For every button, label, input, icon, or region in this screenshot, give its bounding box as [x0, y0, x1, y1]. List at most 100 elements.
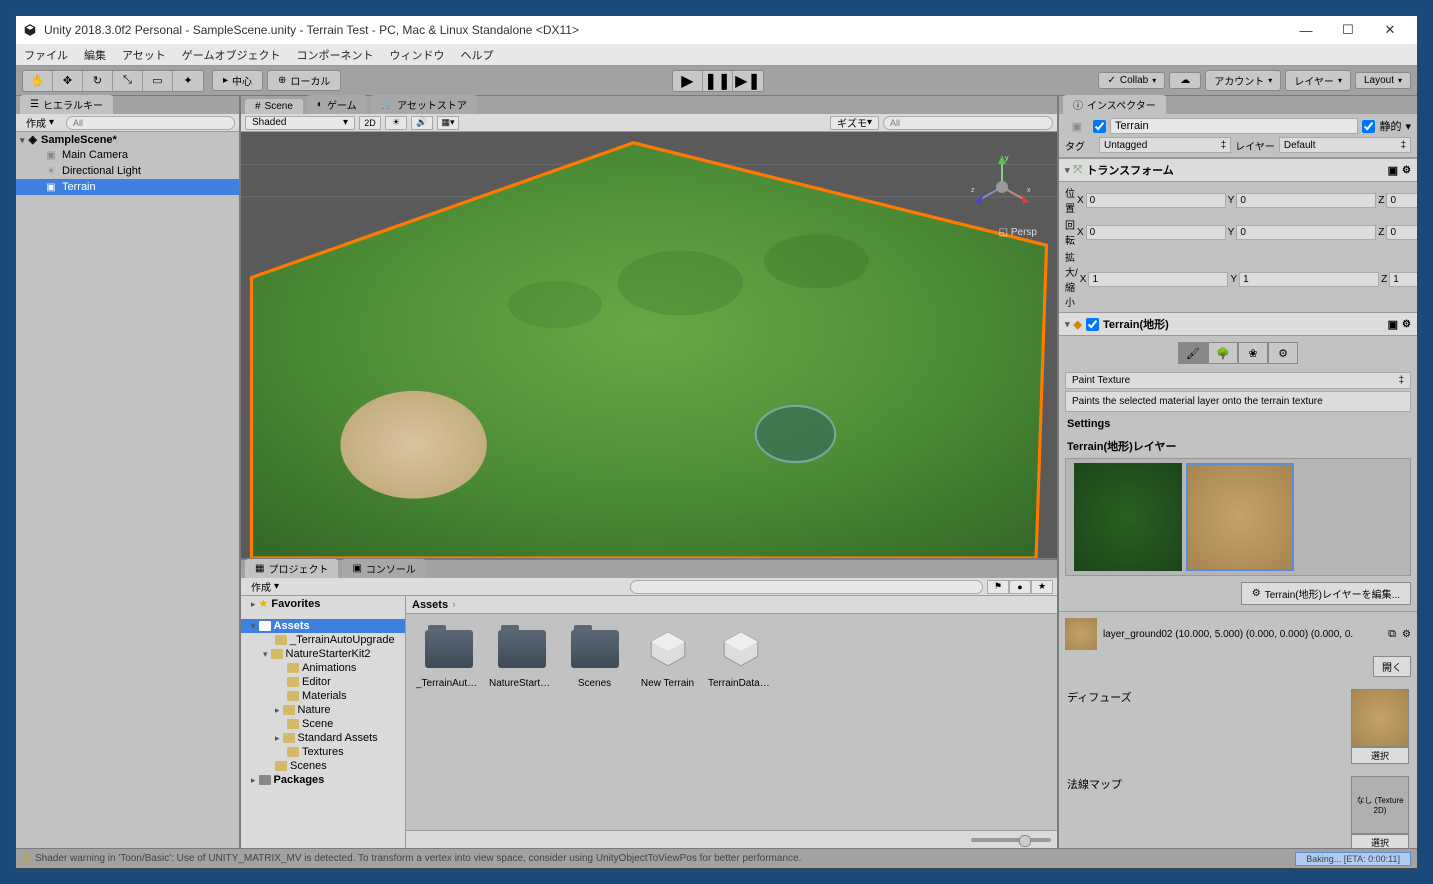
game-tab[interactable]: ◐ ゲーム — [307, 95, 367, 114]
play-button[interactable]: ▶ — [673, 71, 703, 91]
tree-item[interactable]: NatureStarterKit2 — [241, 647, 405, 661]
favorite-icon[interactable]: ★ — [1031, 580, 1053, 594]
tag-dropdown[interactable]: Untagged‡ — [1099, 137, 1231, 153]
status-message[interactable]: Shader warning in 'Toon/Basic': Use of U… — [35, 853, 801, 864]
rotate-tool-button[interactable]: ↻ — [83, 71, 113, 91]
assetstore-tab[interactable]: 🛒 アセットストア — [371, 95, 477, 114]
scale-tool-button[interactable]: ⤡ — [113, 71, 143, 91]
tree-item[interactable]: Scene — [241, 717, 405, 731]
diffuse-select-button[interactable]: 選択 — [1351, 747, 1409, 764]
scene-tab[interactable]: # Scene — [245, 99, 303, 114]
step-button[interactable]: ▶❚ — [733, 71, 763, 91]
pos-x-input[interactable] — [1086, 193, 1226, 208]
normal-select-button[interactable]: 選択 — [1351, 834, 1409, 848]
2d-toggle[interactable]: 2D — [359, 116, 381, 130]
tree-item[interactable]: Editor — [241, 675, 405, 689]
pos-y-input[interactable] — [1236, 193, 1376, 208]
hierarchy-tab[interactable]: ☰ ヒエラルキー — [20, 95, 113, 114]
gizmos-dropdown[interactable]: ギズモ ▾ — [830, 116, 879, 130]
close-button[interactable]: ✕ — [1369, 16, 1411, 44]
asset-folder[interactable]: _TerrainAutoU... — [416, 624, 481, 689]
tree-item[interactable]: Standard Assets — [241, 731, 405, 745]
gameobject-name-input[interactable] — [1110, 118, 1358, 134]
packages-row[interactable]: Packages — [241, 773, 405, 787]
tree-item[interactable]: Animations — [241, 661, 405, 675]
cloud-button[interactable]: ☁ — [1169, 72, 1201, 89]
lighting-toggle[interactable]: ☀ — [385, 116, 407, 130]
audio-toggle[interactable]: 🔊 — [411, 116, 433, 130]
project-search-input[interactable] — [630, 580, 983, 594]
scale-z-input[interactable] — [1389, 272, 1417, 287]
static-checkbox[interactable] — [1362, 120, 1375, 133]
terrain-layer-sand[interactable] — [1186, 463, 1294, 571]
details-tool-button[interactable]: ❀ — [1238, 342, 1268, 364]
pos-z-input[interactable] — [1386, 193, 1417, 208]
asset-prefab[interactable]: TerrainData_b... — [708, 624, 773, 689]
asset-prefab[interactable]: New Terrain — [635, 624, 700, 689]
tree-item[interactable]: Nature — [241, 703, 405, 717]
settings-icon[interactable] — [1402, 164, 1411, 176]
maximize-button[interactable]: ☐ — [1327, 16, 1369, 44]
terrain-enabled-checkbox[interactable] — [1086, 318, 1099, 331]
collab-dropdown[interactable]: ✓ Collab — [1098, 72, 1165, 89]
scene-search-input[interactable] — [883, 116, 1053, 130]
menu-assets[interactable]: アセット — [114, 44, 174, 65]
scale-y-input[interactable] — [1239, 272, 1379, 287]
settings-tool-button[interactable]: ⚙ — [1268, 342, 1298, 364]
breadcrumb-item[interactable]: Assets — [412, 599, 448, 611]
settings-icon[interactable] — [1402, 628, 1411, 640]
pivot-center-button[interactable]: ▸ 中心 — [212, 70, 263, 91]
help-icon[interactable]: ▣ — [1388, 318, 1398, 331]
transform-tool-button[interactable]: ✦ — [173, 71, 203, 91]
trees-tool-button[interactable]: 🌳 — [1208, 342, 1238, 364]
rot-y-input[interactable] — [1236, 225, 1376, 240]
shading-dropdown[interactable]: Shaded▾ — [245, 116, 355, 130]
edit-layers-button[interactable]: ⚙ Terrain(地形)レイヤーを編集... — [1241, 582, 1411, 605]
diffuse-texture-slot[interactable] — [1351, 689, 1409, 747]
hierarchy-item-light[interactable]: ☀Directional Light — [16, 163, 239, 179]
assets-row[interactable]: Assets — [241, 619, 405, 633]
paint-tool-button[interactable]: 🖌 — [1178, 342, 1208, 364]
rot-z-input[interactable] — [1386, 225, 1417, 240]
hierarchy-item-camera[interactable]: ▣Main Camera — [16, 147, 239, 163]
orientation-gizmo[interactable]: y x z — [967, 152, 1037, 222]
menu-gameobject[interactable]: ゲームオブジェクト — [174, 44, 289, 65]
help-icon[interactable]: ⧉ — [1388, 628, 1396, 641]
tree-item[interactable]: Materials — [241, 689, 405, 703]
open-layer-button[interactable]: 開く — [1373, 656, 1411, 677]
transform-component-header[interactable]: ⤧ トランスフォーム ▣ — [1059, 158, 1417, 182]
terrain-component-header[interactable]: ◆ Terrain(地形) ▣ — [1059, 312, 1417, 336]
project-tab[interactable]: ▦ プロジェクト — [245, 559, 338, 578]
terrain-layer-grass[interactable] — [1074, 463, 1182, 571]
console-tab[interactable]: ▣ コンソール — [342, 559, 425, 578]
hierarchy-item-terrain[interactable]: ▣Terrain — [16, 179, 239, 195]
scene-viewport[interactable]: y x z ◱ Persp — [241, 132, 1057, 558]
project-create-button[interactable]: 作成 ▾ — [245, 579, 285, 594]
help-icon[interactable]: ▣ — [1388, 164, 1398, 177]
rect-tool-button[interactable]: ▭ — [143, 71, 173, 91]
tree-item[interactable]: Scenes — [241, 759, 405, 773]
hierarchy-search-input[interactable] — [66, 116, 235, 130]
fx-toggle[interactable]: ▦▾ — [437, 116, 459, 130]
thumbnail-size-slider[interactable] — [971, 838, 1051, 842]
minimize-button[interactable]: — — [1285, 16, 1327, 44]
tree-item[interactable]: Textures — [241, 745, 405, 759]
inspector-tab[interactable]: ⓘ インスペクター — [1063, 95, 1166, 114]
normal-texture-slot[interactable]: なし (Texture 2D) — [1351, 776, 1409, 834]
menu-help[interactable]: ヘルプ — [452, 44, 501, 65]
pause-button[interactable]: ❚❚ — [703, 71, 733, 91]
move-tool-button[interactable]: ✥ — [53, 71, 83, 91]
pivot-local-button[interactable]: ⊕ ローカル — [267, 70, 341, 91]
menu-component[interactable]: コンポーネント — [288, 44, 381, 65]
perspective-label[interactable]: ◱ Persp — [999, 227, 1037, 238]
gameobject-enabled-checkbox[interactable] — [1093, 120, 1106, 133]
menu-window[interactable]: ウィンドウ — [381, 44, 452, 65]
hierarchy-scene-row[interactable]: ◈ SampleScene* — [16, 132, 239, 147]
hierarchy-create-button[interactable]: 作成 ▾ — [20, 115, 60, 130]
account-dropdown[interactable]: アカウント — [1205, 70, 1281, 91]
paint-mode-dropdown[interactable]: Paint Texture‡ — [1065, 372, 1411, 389]
asset-folder[interactable]: NatureStarterK... — [489, 624, 554, 689]
asset-folder[interactable]: Scenes — [562, 624, 627, 689]
filter-icon[interactable]: ⚑ — [987, 580, 1009, 594]
menu-file[interactable]: ファイル — [16, 44, 76, 65]
